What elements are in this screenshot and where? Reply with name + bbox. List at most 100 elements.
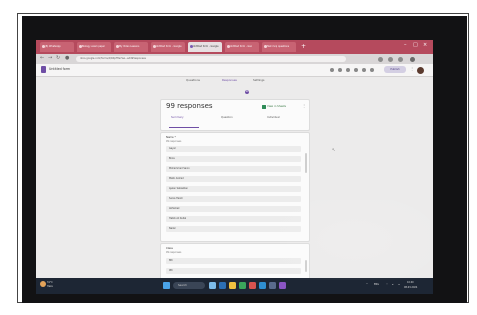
edge-icon[interactable] — [259, 282, 266, 289]
tab-questions[interactable]: Questions — [186, 78, 200, 82]
question-response-count: 99 responses — [166, 251, 182, 254]
answer-row: Gayal — [166, 146, 301, 152]
tab-label: Untitled form - Goo — [230, 45, 253, 48]
answer-text: Binia — [169, 157, 175, 160]
answer-text: Malik Arshad — [169, 177, 184, 180]
tab-label: Untitled form - Google — [193, 45, 219, 48]
undo-icon[interactable] — [346, 67, 350, 72]
weather-widget[interactable]: 31°C Haze — [40, 280, 53, 292]
clock-date[interactable]: 08-03-2024 — [404, 286, 417, 289]
answer-row: Malik Arshad — [166, 176, 301, 182]
responses-count: 99 responses — [166, 102, 213, 110]
browser-tab[interactable]: My Video Lessons — [114, 42, 148, 52]
forward-icon[interactable]: → — [48, 55, 52, 61]
more-options-icon[interactable]: ⋮ — [302, 103, 306, 108]
question-response-count: 99 responses — [166, 140, 182, 143]
profile-icon[interactable] — [398, 56, 403, 62]
weather-desc: Haze — [47, 285, 53, 288]
task-view-icon[interactable] — [209, 282, 216, 289]
more-options-icon[interactable]: ⋮ — [410, 66, 414, 71]
responses-count-badge: 99 — [245, 89, 249, 94]
preview-icon[interactable] — [338, 67, 342, 72]
battery-icon[interactable]: ▭ — [398, 283, 400, 286]
forms-header: Untitled form Publish ⋮ — [36, 64, 433, 77]
answer-text: 9th — [169, 269, 173, 272]
weather-icon — [40, 281, 46, 287]
close-icon[interactable]: × — [423, 42, 427, 48]
subtab-question[interactable]: Question — [221, 116, 233, 119]
taskbar-search[interactable]: Search — [173, 282, 205, 289]
browser-tab-active[interactable]: Untitled form - Google — [188, 42, 222, 52]
browser-tab[interactable]: Test mcq questions — [262, 42, 296, 52]
mouse-cursor-icon: ↖ — [332, 147, 336, 152]
answer-text: Ajwan Sebastian — [169, 187, 189, 190]
redo-icon[interactable] — [354, 67, 358, 72]
browser-tab[interactable]: Untitled form - Goo — [225, 42, 259, 52]
lock-icon: ● — [65, 55, 70, 61]
form-title[interactable]: Untitled form — [49, 67, 70, 71]
tab-label: (8) WhatsApp — [45, 45, 61, 48]
new-tab-button[interactable]: + — [301, 43, 306, 50]
wifi-icon[interactable]: ◠ — [386, 283, 388, 286]
volume-icon[interactable]: ◂ — [392, 283, 393, 286]
chrome-icon[interactable] — [239, 282, 246, 289]
reload-icon[interactable]: ↻ — [56, 55, 60, 61]
windows-start-icon[interactable] — [163, 282, 170, 289]
tab-label: My Video Lessons — [119, 45, 140, 48]
add-collaborator-icon[interactable] — [370, 67, 374, 72]
question-title: Class — [166, 247, 173, 250]
answer-text: 8th — [169, 259, 173, 262]
answer-text: Mohammed Sanin — [169, 167, 190, 170]
answer-row: Mohammed Sanin — [166, 166, 301, 172]
answer-text: Habib Ali Kullal — [169, 217, 187, 220]
chrome-active-icon[interactable] — [249, 282, 256, 289]
answer-text: Gayal — [169, 147, 176, 150]
menu-icon[interactable] — [410, 56, 415, 62]
widgets-icon[interactable] — [219, 282, 226, 289]
browser-address-bar: ← → ↻ ● docs.google.com/forms/d/1NpT8e7L… — [36, 54, 433, 64]
link-icon[interactable] — [362, 67, 366, 72]
form-main-tabs: Questions Responses Settings — [36, 77, 433, 85]
customize-theme-icon[interactable] — [330, 67, 334, 72]
clock-time[interactable]: 10:40 — [407, 281, 414, 284]
browser-tab-bar: (8) WhatsApp Biology exam paper My Video… — [36, 40, 433, 54]
windows-taskbar: 31°C Haze Search ^ ENG ◠ ◂ ▭ 10:40 08-03… — [36, 278, 433, 294]
answer-row: Binia — [166, 156, 301, 162]
tray-language[interactable]: ENG — [374, 283, 379, 286]
weather-temp: 31°C — [47, 281, 53, 284]
tab-label: Untitled form - Google — [156, 45, 182, 48]
maximize-icon[interactable]: □ — [413, 42, 418, 48]
tab-responses[interactable]: Responses — [222, 78, 237, 82]
answer-text: Sania Harsh — [169, 197, 183, 200]
answer-row: Ajwan Sebastian — [166, 186, 301, 192]
browser-tab[interactable]: (8) WhatsApp — [40, 42, 74, 52]
subtab-individual[interactable]: Individual — [267, 116, 280, 119]
sheets-icon[interactable] — [262, 104, 266, 109]
tab-label: Test mcq questions — [267, 45, 290, 48]
google-forms-logo-icon — [41, 66, 46, 73]
question-title: Name * — [166, 136, 176, 139]
answer-text: Abhishek — [169, 207, 180, 210]
browser-tab[interactable]: Untitled form - Google — [151, 42, 185, 52]
browser-tab[interactable]: Biology exam paper — [77, 42, 111, 52]
responses-summary-card: 99 responses View in Sheets ⋮ Summary Qu… — [160, 99, 310, 131]
url-input[interactable]: docs.google.com/forms/d/1NpT8e7Lw...edit… — [76, 56, 346, 62]
back-icon[interactable]: ← — [40, 55, 44, 61]
view-in-sheets-link[interactable]: View in Sheets — [267, 105, 286, 108]
extension-icon[interactable] — [388, 56, 393, 62]
store-icon[interactable] — [269, 282, 276, 289]
subtab-summary[interactable]: Summary — [171, 116, 184, 119]
app-icon[interactable] — [279, 282, 286, 289]
avatar[interactable] — [417, 66, 424, 74]
tray-chevron-icon[interactable]: ^ — [366, 283, 368, 286]
publish-button[interactable]: Publish — [384, 66, 406, 73]
tab-label: Biology exam paper — [82, 45, 105, 48]
screen-glare — [280, 200, 430, 280]
answer-text: Nailal — [169, 227, 176, 230]
minimize-icon[interactable]: – — [404, 42, 407, 48]
file-explorer-icon[interactable] — [229, 282, 236, 289]
tab-settings[interactable]: Settings — [253, 78, 264, 82]
active-subtab-indicator — [169, 127, 199, 128]
extension-icon[interactable] — [378, 56, 383, 62]
answers-scrollbar[interactable] — [305, 153, 307, 173]
